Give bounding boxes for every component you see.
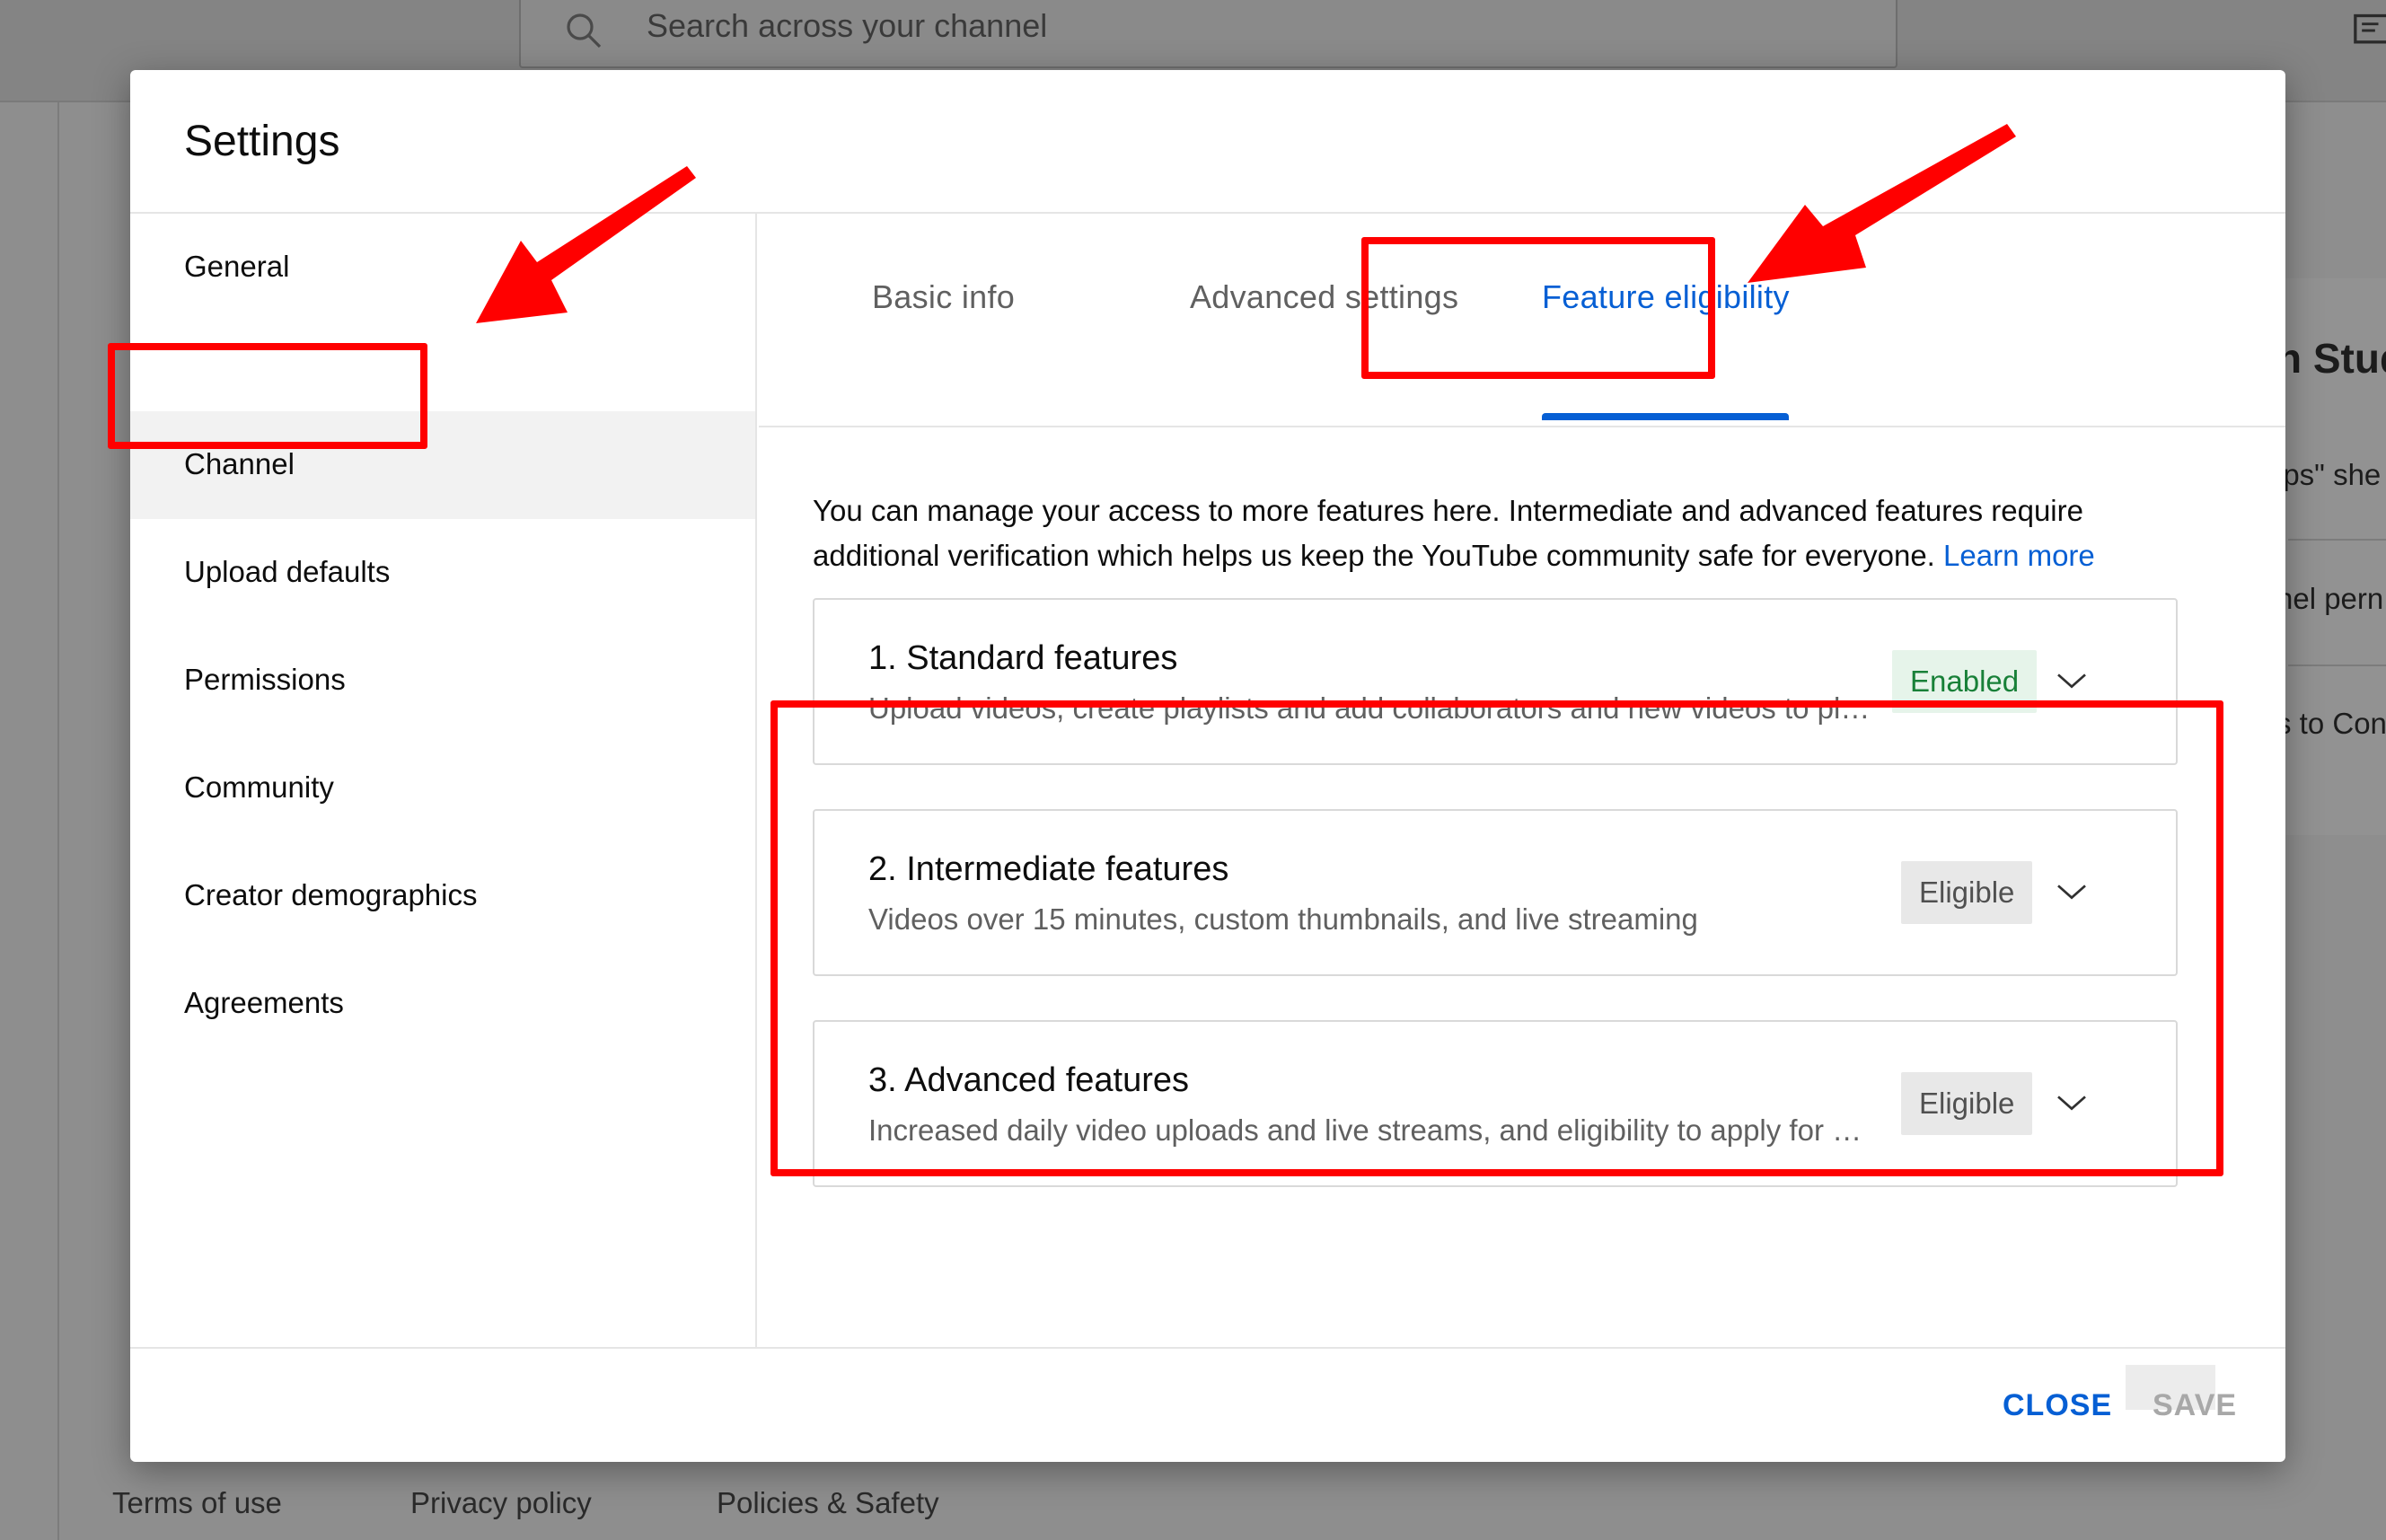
footer-link-terms[interactable]: Terms of use [112,1486,282,1520]
tab-label: Basic info [872,278,1016,315]
feature-title: 2. Intermediate features [868,850,1229,888]
settings-nav: General Channel Upload defaults Permissi… [130,214,757,1347]
chevron-down-icon[interactable] [2054,1085,2090,1121]
tab-label: Advanced settings [1190,278,1459,315]
feature-description: Upload videos, create playlists and add … [868,691,1874,725]
feedback-icon [2354,13,2386,44]
feature-title: 3. Advanced features [868,1061,1190,1099]
nav-item-permissions[interactable]: Permissions [130,627,755,735]
tab-advanced-settings[interactable]: Advanced settings [1190,278,1458,427]
active-tab-indicator [1542,413,1789,420]
close-button[interactable]: CLOSE [2003,1388,2112,1423]
search-placeholder: Search across your channel [647,7,1048,44]
nav-item-creator-demographics[interactable]: Creator demographics [130,842,755,950]
background-card-title: n Stud [2276,335,2386,382]
feature-description: Videos over 15 minutes, custom thumbnail… [868,902,1698,936]
learn-more-link[interactable]: Learn more [1943,539,2095,572]
background-search-box: Search across your channel [519,0,1897,68]
tab-basic-info[interactable]: Basic info [872,278,1015,427]
nav-item-label: Permissions [184,663,346,696]
settings-content: Basic info Advanced settings Feature eli… [759,214,2285,1347]
dialog-header: Settings [130,70,2285,214]
feature-title: 1. Standard features [868,639,1178,677]
dialog-footer: CLOSE SAVE [130,1347,2285,1462]
background-card-divider [2288,539,2386,541]
tab-feature-eligibility[interactable]: Feature eligibility [1542,278,1790,427]
background-card-line: nel pern [2276,582,2384,615]
background-sidebar-divider [57,102,59,1540]
status-badge: Enabled [1892,650,2038,713]
search-icon [567,13,602,48]
chevron-down-icon[interactable] [2054,663,2090,699]
intro-description: You can manage your access to more featu… [813,494,2083,572]
feature-card-intermediate[interactable]: 2. Intermediate features Videos over 15 … [813,809,2178,976]
settings-dialog: Settings General Channel Upload defaults… [130,70,2285,1462]
footer-link-policies[interactable]: Policies & Safety [717,1486,939,1520]
feature-card-standard[interactable]: 1. Standard features Upload videos, crea… [813,598,2178,765]
background-card-line: s to Con [2276,707,2386,740]
intro-text: You can manage your access to more featu… [813,488,2124,578]
chevron-down-icon[interactable] [2054,874,2090,910]
nav-item-general[interactable]: General [130,214,755,321]
nav-item-label: General [184,250,290,283]
status-badge: Eligible [1901,1072,2033,1135]
tab-bar: Basic info Advanced settings Feature eli… [759,214,2285,427]
nav-item-agreements[interactable]: Agreements [130,950,755,1058]
nav-item-channel[interactable]: Channel [130,411,755,519]
status-badge: Eligible [1901,861,2033,924]
nav-item-label: Upload defaults [184,555,391,588]
tab-label: Feature eligibility [1542,278,1790,315]
nav-item-upload-defaults[interactable]: Upload defaults [130,519,755,627]
feature-description: Increased daily video uploads and live s… [868,1113,1874,1147]
nav-item-label: Agreements [184,986,344,1019]
nav-item-label: Community [184,770,334,804]
nav-item-community[interactable]: Community [130,735,755,842]
background-card-line: ips" she [2276,458,2382,491]
save-button[interactable]: SAVE [2153,1388,2237,1423]
nav-item-label: Channel [184,447,295,480]
footer-link-privacy[interactable]: Privacy policy [410,1486,592,1520]
background-card-divider [2288,664,2386,666]
dialog-title: Settings [184,118,340,165]
feature-card-advanced[interactable]: 3. Advanced features Increased daily vid… [813,1020,2178,1187]
nav-item-label: Creator demographics [184,878,478,911]
